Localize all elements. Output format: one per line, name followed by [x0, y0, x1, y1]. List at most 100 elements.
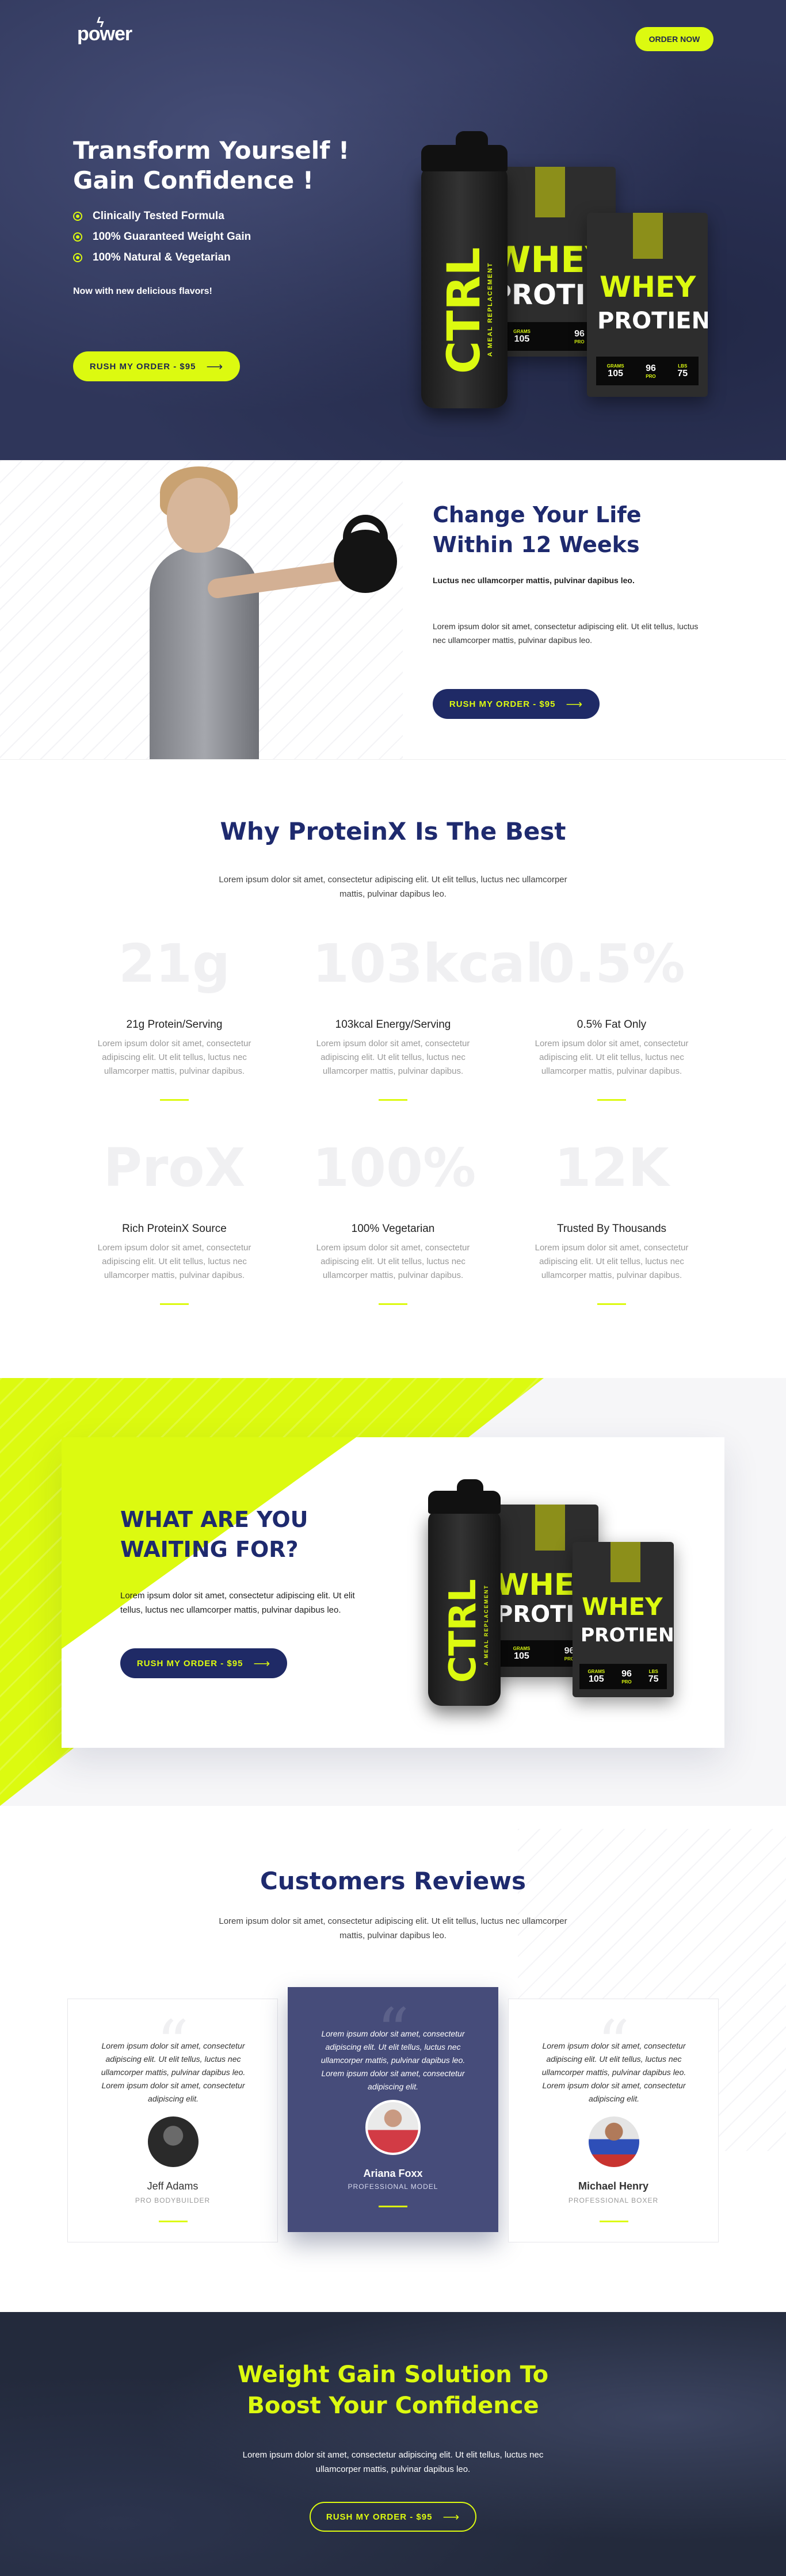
- feature-text: Lorem ipsum dolor sit amet, consectetur …: [316, 1039, 470, 1076]
- accent-bar: [600, 2221, 628, 2222]
- change-title: Change Your Life Within 12 Weeks: [433, 500, 674, 560]
- feature-number: 103kcal: [312, 933, 544, 994]
- feature-number: ProX: [103, 1137, 246, 1199]
- benefit-item: 100% Natural & Vegetarian: [73, 247, 251, 268]
- hero-title-line-2: Gain Confidence !: [73, 166, 314, 194]
- feature-text: Lorem ipsum dolor sit amet, consectetur …: [97, 1039, 251, 1076]
- benefit-label: Clinically Tested Formula: [93, 210, 224, 222]
- feature-title: 103kcal Energy/Serving: [335, 1019, 451, 1031]
- feature-text: Lorem ipsum dolor sit amet, consectetur …: [535, 1039, 689, 1076]
- hero-subtitle: Now with new delicious flavors!: [73, 286, 212, 296]
- cta-background: [0, 2312, 786, 2576]
- waiting-title-line-2: WAITING FOR?: [120, 1537, 299, 1562]
- cta-section: Weight Gain Solution To Boost Your Confi…: [0, 2312, 786, 2576]
- avatar: [365, 2100, 421, 2155]
- rush-order-button[interactable]: RUSH MY ORDER - $95 ⟶: [433, 689, 600, 719]
- waiting-title: WHAT ARE YOU WAITING FOR?: [120, 1505, 362, 1564]
- reviewer-role: PROFESSIONAL MODEL: [348, 2183, 438, 2191]
- review-text: Lorem ipsum dolor sit amet, consectetur …: [541, 2041, 686, 2103]
- feature-card: 103kcal 103kcal Energy/Serving Lorem ips…: [312, 932, 544, 1101]
- whey-bag-front: WHEY PROTIEN GRAMS 105 96 PRO LBS 75: [587, 213, 708, 397]
- reviewer-name: Ariana Foxx: [363, 2168, 423, 2179]
- why-intro: Lorem ipsum dolor sit amet, consectetur …: [219, 875, 567, 899]
- rush-order-button[interactable]: RUSH MY ORDER - $95 ⟶: [120, 1648, 287, 1678]
- check-circle-icon: [73, 232, 82, 242]
- feature-text: Lorem ipsum dolor sit amet, consectetur …: [535, 1243, 689, 1280]
- reviews-section: Customers Reviews Lorem ipsum dolor sit …: [0, 1806, 786, 2312]
- avatar: [586, 2114, 642, 2169]
- review-text: Lorem ipsum dolor sit amet, consectetur …: [101, 2041, 246, 2103]
- change-body: Lorem ipsum dolor sit amet, consectetur …: [433, 622, 699, 645]
- rush-order-button[interactable]: RUSH MY ORDER - $95 ⟶: [310, 2502, 476, 2532]
- logo[interactable]: ϟ power: [77, 15, 132, 45]
- hero-section: ϟ power ORDER NOW Transform Yourself ! G…: [0, 0, 786, 460]
- feature-card: 21g 21g Protein/Serving Lorem ipsum dolo…: [94, 932, 255, 1101]
- benefit-label: 100% Guaranteed Weight Gain: [93, 231, 251, 243]
- arrow-right-icon: ⟶: [206, 360, 224, 373]
- product-image: WHEY PROTIEN GRAMS 105 96 PRO WHEY PROTIEN…: [397, 127, 719, 426]
- change-title-line-1: Change Your Life: [433, 502, 642, 527]
- accent-bar: [379, 1303, 407, 1305]
- rush-order-label: RUSH MY ORDER - $95: [136, 1658, 243, 1668]
- feature-title: Trusted By Thousands: [556, 1223, 667, 1235]
- feature-title: 0.5% Fat Only: [577, 1019, 647, 1031]
- arrow-right-icon: ⟶: [442, 2510, 460, 2524]
- feature-card: 0.5% 0.5% Fat Only Lorem ipsum dolor sit…: [531, 932, 692, 1101]
- waiting-title-line-1: WHAT ARE YOU: [120, 1507, 308, 1532]
- review-text: Lorem ipsum dolor sit amet, consectetur …: [320, 2029, 466, 2091]
- feature-title: Rich ProteinX Source: [122, 1223, 227, 1235]
- accent-bar: [379, 2206, 407, 2207]
- accent-bar: [159, 2221, 188, 2222]
- order-now-button[interactable]: ORDER NOW: [635, 27, 713, 51]
- waiting-body: Lorem ipsum dolor sit amet, consectetur …: [120, 1591, 355, 1615]
- avatar: [146, 2114, 201, 2169]
- shaker-bottle: CTRL A MEAL REPLACEMENT: [421, 131, 508, 408]
- benefit-item: 100% Guaranteed Weight Gain: [73, 227, 251, 247]
- arrow-right-icon: ⟶: [253, 1657, 271, 1670]
- accent-bar: [597, 1303, 626, 1305]
- benefit-item: Clinically Tested Formula: [73, 206, 251, 227]
- rush-order-label: RUSH MY ORDER - $95: [89, 361, 196, 372]
- why-title: Why ProteinX Is The Best: [220, 817, 566, 845]
- kettlebell-woman-photo: [92, 461, 397, 759]
- reviewer-name: Jeff Adams: [147, 2180, 199, 2192]
- shaker-bottle: CTRL A MEAL REPLACEMENT: [428, 1479, 501, 1706]
- why-section: Why ProteinX Is The Best Lorem ipsum dol…: [0, 759, 786, 1378]
- accent-bar: [160, 1303, 189, 1305]
- accent-bar: [379, 1099, 407, 1101]
- hero-title: Transform Yourself ! Gain Confidence !: [73, 136, 395, 196]
- hero-title-line-1: Transform Yourself !: [73, 136, 350, 164]
- feature-number: 21g: [119, 933, 230, 994]
- reviewer-role: PRO BODYBUILDER: [135, 2196, 211, 2204]
- product-image: WHEY PROTIEN GRAMS 105 96 PRO WHEY PROTIEN…: [420, 1470, 679, 1712]
- change-lead: Luctus nec ullamcorper mattis, pulvinar …: [433, 576, 635, 585]
- benefit-list: Clinically Tested Formula 100% Guarantee…: [73, 206, 251, 268]
- waiting-section: WHAT ARE YOU WAITING FOR? Lorem ipsum do…: [0, 1378, 786, 1806]
- feature-number: 12K: [554, 1137, 669, 1199]
- feature-text: Lorem ipsum dolor sit amet, consectetur …: [316, 1243, 470, 1280]
- rush-order-label: RUSH MY ORDER - $95: [449, 699, 556, 709]
- review-card: “ Lorem ipsum dolor sit amet, consectetu…: [67, 1999, 278, 2242]
- cta-body: Lorem ipsum dolor sit amet, consectetur …: [242, 2450, 544, 2474]
- check-circle-icon: [73, 253, 82, 262]
- accent-bar: [597, 1099, 626, 1101]
- reviewer-name: Michael Henry: [578, 2180, 649, 2192]
- benefit-label: 100% Natural & Vegetarian: [93, 251, 231, 263]
- change-section: Change Your Life Within 12 Weeks Luctus …: [0, 460, 786, 759]
- change-title-line-2: Within 12 Weeks: [433, 532, 640, 557]
- rush-order-label: RUSH MY ORDER - $95: [326, 2512, 433, 2522]
- cta-title-line-1: Weight Gain Solution To: [237, 2361, 549, 2388]
- check-circle-icon: [73, 212, 82, 221]
- reviews-title: Customers Reviews: [260, 1867, 526, 1895]
- review-card: “ Lorem ipsum dolor sit amet, consectetu…: [288, 1987, 498, 2232]
- rush-order-button[interactable]: RUSH MY ORDER - $95 ⟶: [73, 351, 240, 381]
- bolt-icon: ϟ: [97, 15, 104, 30]
- feature-card: ProX Rich ProteinX Source Lorem ipsum do…: [94, 1136, 255, 1305]
- reviewer-role: PROFESSIONAL BOXER: [568, 2196, 659, 2204]
- whey-bag-front: WHEY PROTIEN GRAMS 105 96 PRO LBS 75: [573, 1542, 674, 1697]
- feature-card: 100% 100% Vegetarian Lorem ipsum dolor s…: [312, 1136, 476, 1305]
- feature-number: 100%: [312, 1137, 476, 1199]
- cta-title-line-2: Boost Your Confidence: [247, 2393, 539, 2419]
- reviews-intro: Lorem ipsum dolor sit amet, consectetur …: [219, 1916, 567, 1940]
- feature-title: 100% Vegetarian: [351, 1223, 435, 1235]
